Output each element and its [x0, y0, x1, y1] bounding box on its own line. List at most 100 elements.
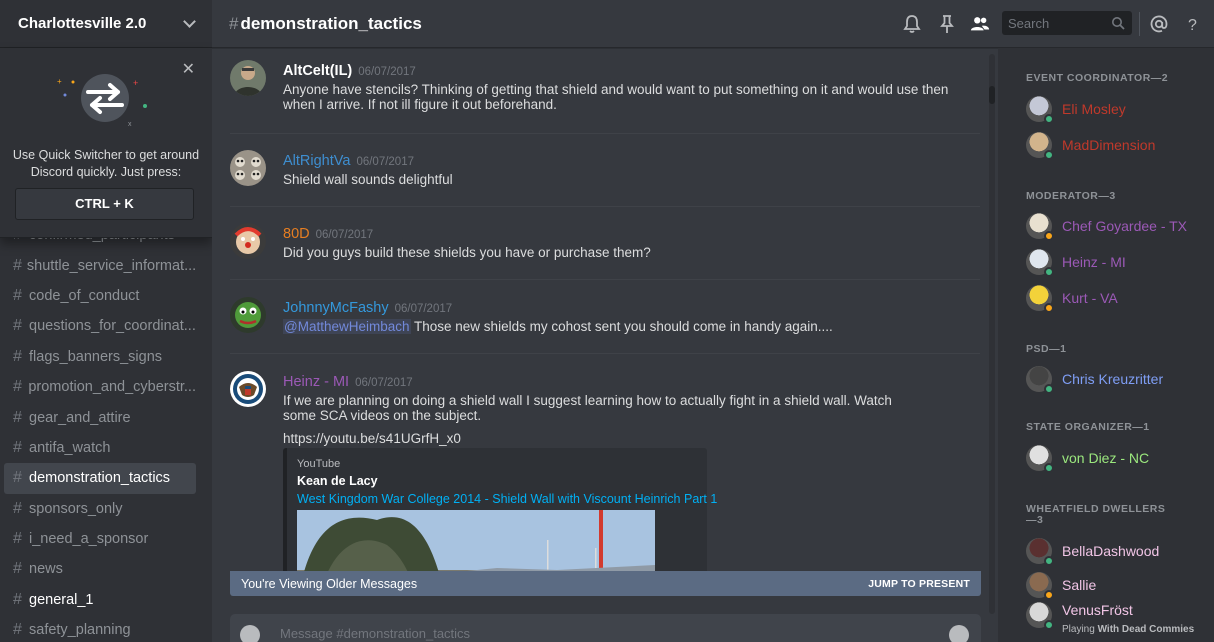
role-header: WHEATFIELD DWELLERS—3	[1026, 503, 1166, 526]
avatar[interactable]	[230, 150, 266, 186]
search-box[interactable]	[1002, 11, 1132, 35]
member-name: VenusFröst	[1062, 602, 1133, 618]
message-link[interactable]: https://youtu.be/s41UGrfH_x0	[283, 431, 963, 446]
channel-item[interactable]: # questions_for_coordinat...	[4, 311, 196, 341]
scroll-track[interactable]	[989, 54, 995, 614]
timestamp: 06/07/2017	[356, 156, 414, 168]
channel-item[interactable]: # demonstration_tactics	[4, 463, 196, 494]
hash-icon: #	[13, 408, 22, 426]
channel-name: safety_planning	[29, 622, 131, 639]
bell-icon[interactable]	[902, 14, 922, 34]
status-online-icon	[1044, 150, 1054, 160]
avatar[interactable]	[230, 223, 266, 259]
search-icon	[1112, 17, 1125, 30]
hash-icon: #	[13, 499, 22, 517]
channel-name: gear_and_attire	[29, 409, 131, 426]
at-icon[interactable]	[1149, 14, 1169, 34]
channel-item[interactable]: # general_1	[4, 585, 196, 615]
member-list: EVENT COORDINATOR—2 Eli Mosley MadDimensio…	[998, 48, 1214, 642]
older-messages-bar[interactable]: You're Viewing Older Messages JUMP TO PR…	[230, 571, 981, 596]
member-item[interactable]: Chris Kreuzritter	[1026, 364, 1206, 398]
message-header: Heinz - MI 06/07/2017	[283, 373, 413, 390]
status-online-icon	[1044, 556, 1054, 566]
role-header: PSD—1	[1026, 343, 1067, 355]
quick-switcher-popout: ✕ + + x Use Quick Switcher to get around…	[0, 48, 212, 238]
member-item[interactable]: BellaDashwood	[1026, 536, 1206, 570]
svg-text:?: ?	[1188, 17, 1197, 34]
member-item[interactable]: Heinz - MI	[1026, 247, 1206, 281]
message-text: Anyone have stencils? Thinking of gettin…	[283, 82, 949, 112]
message-header: JohnnyMcFashy 06/07/2017	[283, 299, 452, 316]
channel-name: general_1	[29, 591, 94, 608]
hash-icon: #	[13, 590, 22, 608]
channel-item[interactable]: # safety_planning	[4, 615, 196, 642]
username[interactable]: AltCelt(IL)	[283, 63, 352, 79]
search-input[interactable]	[1002, 11, 1102, 35]
hash-icon: #	[13, 256, 22, 274]
member-item[interactable]: von Diez - NC	[1026, 443, 1206, 477]
pin-icon[interactable]	[937, 14, 957, 34]
embed-title[interactable]: West Kingdom War College 2014 - Shield W…	[297, 492, 717, 506]
channel-item[interactable]: # code_of_conduct	[4, 281, 196, 311]
avatar[interactable]	[230, 297, 266, 333]
channel-item[interactable]: # antifa_watch	[4, 433, 196, 463]
channel-sidebar: Charlottesville 2.0 #confirmed_participa…	[0, 0, 212, 642]
channel-item[interactable]: # news	[4, 554, 196, 584]
hash-icon: #	[13, 438, 22, 456]
username[interactable]: AltRightVa	[283, 153, 350, 169]
username[interactable]: 80D	[283, 226, 310, 242]
upload-icon[interactable]	[240, 625, 260, 642]
member-item[interactable]: Sallie	[1026, 570, 1206, 604]
message-divider	[230, 133, 980, 134]
close-icon[interactable]: ✕	[182, 59, 195, 79]
channel-name: promotion_and_cyberstr...	[28, 379, 196, 396]
server-name: Charlottesville 2.0	[18, 15, 147, 32]
member-item[interactable]: Eli Mosley	[1026, 94, 1206, 128]
user-mention[interactable]: @MatthewHeimbach	[283, 319, 411, 334]
channel-item[interactable]: # shuttle_service_informat...	[4, 250, 196, 280]
timestamp: 06/07/2017	[394, 303, 453, 315]
channel-name: questions_for_coordinat...	[29, 318, 196, 335]
username[interactable]: JohnnyMcFashy	[283, 300, 389, 316]
channel-item[interactable]: # sponsors_only	[4, 494, 196, 524]
message-divider	[230, 353, 980, 354]
embed-author[interactable]: Kean de Lacy	[297, 474, 378, 488]
hash-icon: #	[13, 317, 22, 335]
server-header[interactable]: Charlottesville 2.0	[0, 0, 212, 48]
channel-title: # demonstration_tactics	[229, 13, 422, 33]
member-item[interactable]: Chef Goyardee - TX	[1026, 211, 1206, 245]
hash-icon: #	[13, 286, 22, 304]
member-item[interactable]: VenusFröst Playing With Dead Commies	[1026, 600, 1206, 635]
status-online-icon	[1044, 384, 1054, 394]
members-icon[interactable]	[970, 14, 990, 34]
scroll-thumb[interactable]	[989, 86, 995, 104]
channel-item[interactable]: # flags_banners_signs	[4, 342, 196, 372]
message-list: AltCelt(IL) 06/07/2017 Anyone have stenci…	[230, 48, 982, 596]
channel-item[interactable]: # i_need_a_sponsor	[4, 524, 196, 554]
message-input[interactable]	[280, 626, 880, 641]
jump-to-present-button[interactable]: JUMP TO PRESENT	[868, 578, 970, 590]
message-composer	[230, 614, 981, 642]
member-item[interactable]: Kurt - VA	[1026, 283, 1206, 317]
avatar[interactable]	[230, 60, 266, 96]
avatar[interactable]	[230, 371, 266, 407]
svg-text:+: +	[133, 78, 138, 88]
username[interactable]: Heinz - MI	[283, 374, 349, 390]
member-item[interactable]: MadDimension	[1026, 130, 1206, 164]
message-text: Did you guys build these shields you hav…	[283, 245, 651, 260]
message-scrollbar[interactable]	[986, 48, 998, 642]
help-icon[interactable]: ?	[1183, 14, 1203, 34]
status-online-icon	[1044, 620, 1054, 630]
hash-icon: #	[13, 378, 22, 396]
chevron-down-icon[interactable]	[183, 15, 196, 28]
emoji-icon[interactable]	[949, 625, 969, 642]
channel-item[interactable]: # promotion_and_cyberstr...	[4, 372, 196, 402]
channel-list: #confirmed_participants#shuttle_service_…	[0, 220, 212, 642]
hash-icon: #	[13, 621, 22, 639]
hash-icon: #	[13, 530, 22, 548]
channel-item[interactable]: # gear_and_attire	[4, 402, 196, 432]
embed-provider[interactable]: YouTube	[297, 458, 340, 470]
quick-switcher-icon: + + x	[57, 74, 147, 128]
timestamp: 06/07/2017	[358, 66, 416, 78]
timestamp: 06/07/2017	[355, 377, 413, 389]
